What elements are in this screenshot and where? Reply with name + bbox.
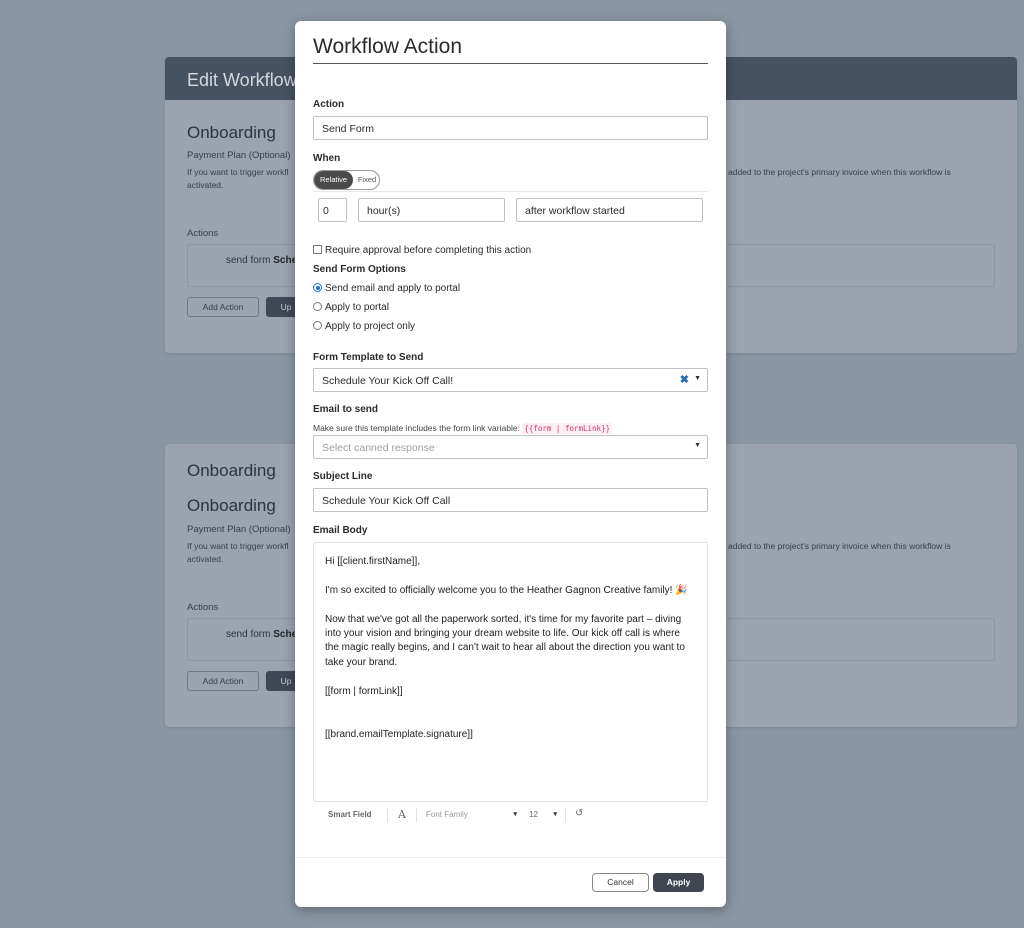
require-approval-option[interactable]: Require approval before completing this …: [313, 245, 531, 257]
subject-line-label: Subject Line: [313, 471, 373, 482]
payment-plan-label: Payment Plan (Optional): [187, 150, 291, 161]
email-template-hint: Make sure this template includes the for…: [313, 423, 613, 434]
option-apply-to-portal[interactable]: Apply to portal: [313, 302, 389, 314]
modal-title: Workflow Action: [313, 35, 708, 64]
radio-button[interactable]: [313, 302, 322, 311]
action-item[interactable]: send form Sche: [226, 629, 297, 640]
chevron-down-icon[interactable]: ▼: [552, 811, 558, 818]
email-paragraph-2-line-2: into your vision and bringing your dream…: [325, 628, 680, 639]
footer-divider: [295, 857, 726, 858]
email-paragraph-1: I'm so excited to officially welcome you…: [325, 584, 688, 596]
font-size-select[interactable]: 12: [529, 810, 538, 819]
email-signature: [[brand.emailTemplate.signature]]: [325, 728, 473, 740]
email-to-send-label: Email to send: [313, 404, 379, 415]
workflow-action-modal: Workflow Action Action Send Form When Re…: [295, 21, 726, 907]
font-family-select[interactable]: Font Family: [426, 810, 468, 819]
time-amount-input[interactable]: 0: [318, 198, 347, 222]
apply-button[interactable]: Apply: [653, 873, 704, 892]
workflow-title-top: Onboarding: [187, 461, 276, 480]
smart-field-button[interactable]: Smart Field: [328, 810, 372, 819]
chevron-down-icon[interactable]: ▼: [512, 811, 518, 818]
email-greeting: Hi [[client.firstName]],: [325, 556, 421, 567]
workflow-title: Onboarding: [187, 496, 276, 515]
toggle-relative[interactable]: Relative: [314, 171, 353, 189]
clear-icon[interactable]: ✖: [680, 373, 689, 386]
action-label: Action: [313, 99, 345, 110]
payment-help-text-right: added to the project's primary invoice w…: [728, 167, 951, 177]
form-template-value: Schedule Your Kick Off Call!: [322, 375, 454, 387]
editor-toolbar: Smart Field A Font Family ▼ 12 ▼ ↺: [313, 804, 708, 826]
radio-button[interactable]: [313, 283, 322, 292]
option-send-email-and-portal[interactable]: Send email and apply to portal: [313, 283, 460, 295]
send-form-options-label: Send Form Options: [313, 264, 406, 275]
edit-workflow-title: Edit Workflow: [187, 70, 297, 90]
form-link-variable: {{form | formLink}}: [522, 423, 613, 434]
workflow-title: Onboarding: [187, 123, 276, 142]
canned-response-select[interactable]: Select canned response ▼: [313, 435, 708, 459]
payment-help-text-right: added to the project's primary invoice w…: [728, 541, 951, 551]
chevron-down-icon[interactable]: ▼: [694, 375, 701, 382]
add-action-button[interactable]: Add Action: [187, 671, 259, 691]
undo-icon[interactable]: ↺: [575, 808, 583, 819]
email-paragraph-2-line-4: take your brand.: [325, 656, 398, 668]
form-template-select[interactable]: Schedule Your Kick Off Call! ✖ ▼: [313, 368, 708, 392]
email-paragraph-2-line-1: Now that we've got all the paperwork sor…: [325, 613, 682, 625]
action-field[interactable]: Send Form: [313, 116, 708, 140]
when-label: When: [313, 153, 341, 164]
payment-help-text-left: If you want to trigger workfl activated.: [187, 167, 289, 190]
email-body-editor[interactable]: Hi [[client.firstName]], I'm so excited …: [313, 542, 708, 802]
subject-line-input[interactable]: Schedule Your Kick Off Call: [313, 488, 708, 512]
form-template-label: Form Template to Send: [313, 352, 424, 363]
add-action-button[interactable]: Add Action: [187, 297, 259, 317]
canned-response-placeholder: Select canned response: [322, 442, 435, 454]
payment-plan-label: Payment Plan (Optional): [187, 524, 291, 535]
option-apply-to-project-only[interactable]: Apply to project only: [313, 321, 415, 333]
email-paragraph-2-line-3: the magic really begins, and I can't wai…: [325, 642, 685, 654]
radio-button[interactable]: [313, 321, 322, 330]
time-unit-select[interactable]: hour(s): [358, 198, 505, 222]
action-item[interactable]: send form Sche: [226, 255, 297, 266]
cancel-button[interactable]: Cancel: [592, 873, 649, 892]
trigger-select[interactable]: after workflow started: [516, 198, 703, 222]
text-format-icon[interactable]: A: [398, 808, 406, 821]
email-body-label: Email Body: [313, 525, 368, 536]
relative-fixed-toggle[interactable]: Relative Fixed: [313, 170, 380, 190]
toggle-fixed[interactable]: Fixed: [354, 171, 379, 189]
actions-label: Actions: [187, 228, 219, 239]
email-form-link: [[form | formLink]]: [325, 685, 403, 697]
divider: [313, 191, 708, 192]
require-approval-checkbox[interactable]: [313, 245, 322, 254]
actions-label: Actions: [187, 602, 219, 613]
chevron-down-icon[interactable]: ▼: [694, 442, 701, 449]
payment-help-text-left: If you want to trigger workfl activated.: [187, 541, 289, 564]
